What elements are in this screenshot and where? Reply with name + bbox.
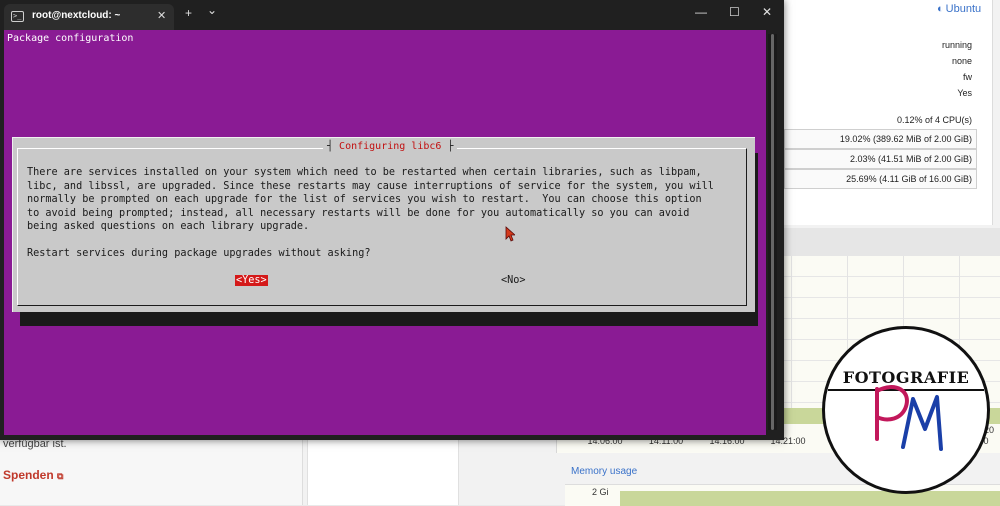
- memory-usage-value: 19.02% (389.62 MiB of 2.00 GiB): [839, 134, 972, 144]
- status-value-node: fw: [963, 72, 972, 82]
- terminal-icon: >_: [11, 11, 24, 22]
- external-link-icon: ⧉: [57, 471, 64, 481]
- disk-usage-value: 25.69% (4.11 GiB of 16.00 GiB): [846, 174, 972, 184]
- terminal-scrollbar[interactable]: [768, 34, 777, 430]
- panel-divider: [784, 228, 1000, 256]
- tab-dropdown-icon[interactable]: ⌄: [207, 3, 217, 17]
- donate-link[interactable]: Spenden ⧉: [3, 468, 63, 482]
- vm-status-panel: [784, 0, 993, 225]
- ubuntu-link[interactable]: ◐ Ubuntu: [937, 3, 981, 15]
- dialog-text-line: normally be prompted on each upgrade for…: [27, 194, 702, 205]
- dialog-title-text: Configuring libc6: [339, 141, 442, 152]
- memory-series-fill: [620, 491, 1000, 506]
- status-value-agent: Yes: [957, 88, 972, 98]
- minimize-button[interactable]: —: [695, 5, 707, 19]
- pm-monogram-icon: [875, 385, 943, 451]
- no-button[interactable]: <No>: [501, 275, 526, 286]
- scrollbar-thumb[interactable]: [771, 34, 774, 430]
- memory-usage-bar: 19.02% (389.62 MiB of 2.00 GiB): [784, 129, 977, 149]
- dialog-text-line: being asked questions on each library up…: [27, 221, 310, 232]
- memory-y-tick: 2 Gi: [592, 487, 609, 497]
- ubuntu-link-label: Ubuntu: [945, 3, 982, 15]
- memory-usage-title: Memory usage: [571, 466, 638, 477]
- left-content-column: verfügbar ist. Spenden ⧉: [0, 430, 303, 505]
- dialog-text-line: There are services installed on your sys…: [27, 167, 702, 178]
- status-value-ha: none: [951, 56, 972, 66]
- close-window-button[interactable]: ✕: [762, 5, 772, 19]
- dialog-question: Restart services during package upgrades…: [27, 248, 371, 259]
- donate-link-label: Spenden: [3, 468, 54, 482]
- terminal-tab[interactable]: >_ root@nextcloud: ~ ✕: [4, 4, 174, 30]
- fotografie-pm-watermark: FOTOGRAFIE: [822, 326, 990, 494]
- package-configuration-header: Package configuration: [7, 33, 134, 44]
- terminal-window: >_ root@nextcloud: ~ ✕ + ⌄ — ☐ ✕ Package…: [0, 0, 784, 440]
- ubuntu-icon: ◐: [937, 3, 944, 15]
- swap-usage-value: 2.03% (41.51 MiB of 2.00 GiB): [849, 154, 972, 164]
- dialog-text-line: libc, and libssl, are upgraded. Since th…: [27, 180, 714, 192]
- dialog-title: Configuring libc6: [323, 141, 458, 152]
- middle-content-column: [307, 430, 459, 505]
- mouse-cursor-icon: [505, 226, 515, 242]
- dialog-text-line: to avoid being prompted; instead, all ne…: [27, 207, 690, 219]
- tab-close-icon[interactable]: ✕: [157, 9, 166, 22]
- swap-usage-bar: 2.03% (41.51 MiB of 2.00 GiB): [784, 149, 977, 169]
- new-tab-button[interactable]: +: [185, 6, 192, 20]
- tab-title: root@nextcloud: ~: [32, 10, 121, 21]
- cpu-usage-value: 0.12% of 4 CPU(s): [896, 115, 972, 125]
- configuring-dialog: Configuring libc6 There are services ins…: [12, 137, 755, 312]
- terminal-titlebar[interactable]: >_ root@nextcloud: ~ ✕ + ⌄ — ☐ ✕: [0, 0, 784, 30]
- maximize-button[interactable]: ☐: [729, 5, 740, 19]
- status-value-running: running: [941, 40, 972, 50]
- yes-button[interactable]: <Yes>: [235, 275, 268, 286]
- disk-usage-bar: 25.69% (4.11 GiB of 16.00 GiB): [784, 169, 977, 189]
